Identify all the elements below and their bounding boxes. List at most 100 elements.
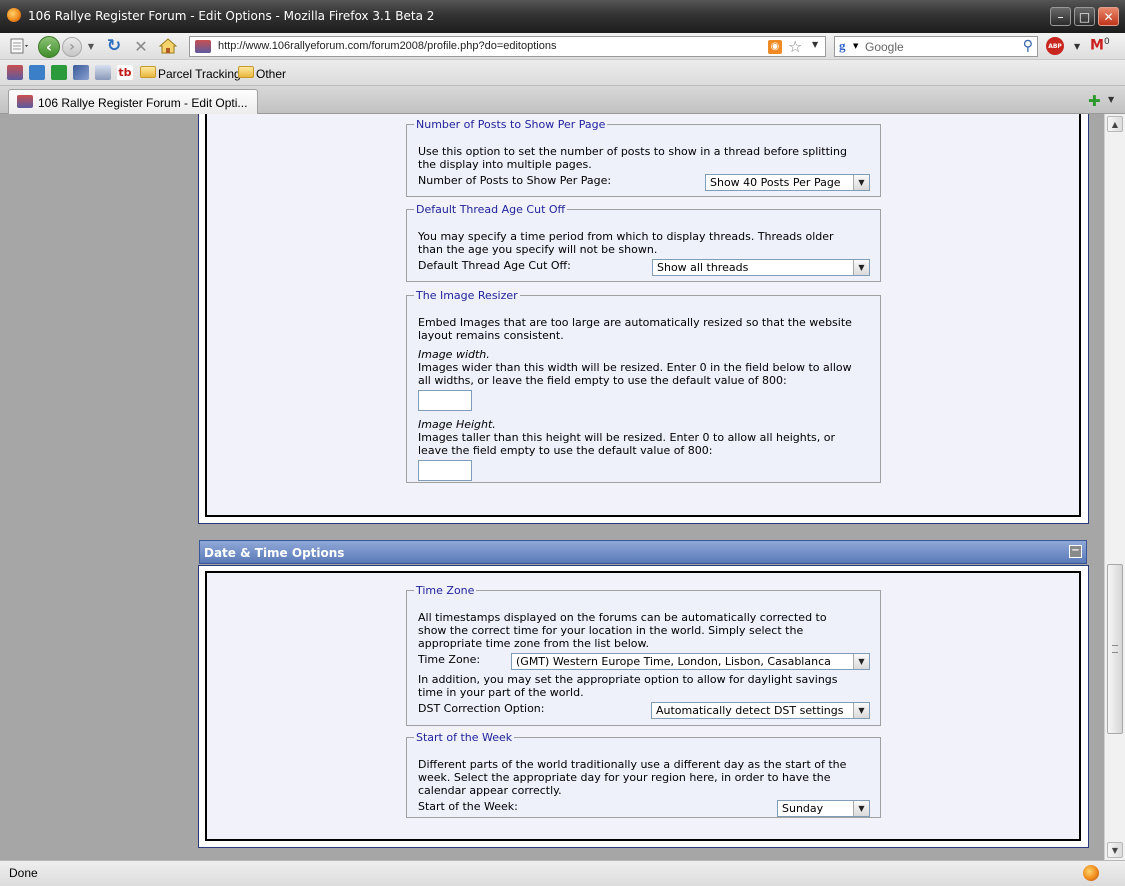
posts-per-page-legend: Number of Posts to Show Per Page: [416, 118, 606, 131]
grip-icon: [1112, 645, 1118, 653]
home-icon[interactable]: [157, 37, 179, 55]
image-width-title: Image width.: [418, 348, 490, 361]
url-dropdown-icon[interactable]: ▼: [812, 40, 818, 49]
start-of-week-select[interactable]: Sunday ▼: [777, 800, 870, 817]
reload-icon[interactable]: ↻: [104, 36, 124, 56]
posts-per-page-desc-2: the display into multiple pages.: [418, 158, 592, 171]
scroll-up-icon[interactable]: ▲: [1107, 116, 1123, 132]
chevron-down-icon[interactable]: ▼: [853, 260, 869, 275]
collapse-icon[interactable]: −: [1069, 545, 1082, 558]
folder-icon: [238, 66, 254, 78]
posts-per-page-fieldset: Number of Posts to Show Per Page Use thi…: [406, 118, 881, 197]
start-of-week-desc-3: calendar appear correctly.: [418, 784, 562, 797]
rss-feed-icon[interactable]: ◉: [768, 40, 782, 54]
dst-correction-select[interactable]: Automatically detect DST settings ▼: [651, 702, 870, 719]
tab-list-dropdown-icon[interactable]: ▼: [1108, 95, 1114, 104]
tab-strip: 106 Rallye Register Forum - Edit Opti...…: [0, 86, 1125, 114]
thread-options-panel: Number of Posts to Show Per Page Use thi…: [205, 114, 1081, 517]
bookmark-rallye-icon[interactable]: [7, 65, 23, 80]
time-zone-desc-2: show the correct time for your location …: [418, 624, 804, 637]
bookmark-4-icon[interactable]: [73, 65, 89, 80]
scrollbar-thumb[interactable]: [1107, 564, 1123, 734]
bookmarks-toolbar: tb Parcel Tracking Other: [0, 60, 1125, 86]
google-engine-icon[interactable]: g: [839, 38, 846, 54]
posts-per-page-label: Number of Posts to Show Per Page:: [418, 174, 612, 187]
page-menu-icon[interactable]: [8, 37, 32, 55]
folder-icon: [140, 66, 156, 78]
bookmark-cr-icon[interactable]: [51, 65, 67, 80]
adblock-plus-icon[interactable]: ABP: [1046, 37, 1064, 55]
posts-per-page-select[interactable]: Show 40 Posts Per Page ▼: [705, 174, 870, 191]
vertical-scrollbar[interactable]: ▲ ▼: [1104, 114, 1125, 860]
search-input[interactable]: Google: [865, 40, 904, 54]
thread-age-desc-1: You may specify a time period from which…: [418, 230, 834, 243]
bookmark-5-icon[interactable]: [95, 65, 111, 80]
image-resizer-legend: The Image Resizer: [416, 289, 518, 302]
forward-button[interactable]: ›: [62, 37, 82, 57]
history-dropdown-icon[interactable]: ▼: [86, 37, 96, 55]
thread-age-select[interactable]: Show all threads ▼: [652, 259, 870, 276]
stop-icon[interactable]: ✕: [131, 37, 151, 56]
start-of-week-selected: Sunday: [782, 802, 824, 815]
start-of-week-desc-1: Different parts of the world traditional…: [418, 758, 847, 771]
status-text: Done: [9, 866, 38, 880]
time-zone-desc-3: appropriate time zone from the list belo…: [418, 637, 649, 650]
url-bar[interactable]: http://www.106rallyeforum.com/forum2008/…: [189, 36, 826, 57]
tab-favicon-icon: [17, 95, 33, 108]
image-resizer-desc-2: layout remains consistent.: [418, 329, 564, 342]
date-time-options-block: Time Zone All timestamps displayed on th…: [198, 565, 1089, 848]
firefox-status-icon[interactable]: [1083, 865, 1099, 881]
gmail-notifier-icon[interactable]: M0: [1090, 37, 1110, 54]
dst-desc-1: In addition, you may set the appropriate…: [418, 673, 838, 686]
start-of-week-label: Start of the Week:: [418, 800, 518, 813]
tab-title: 106 Rallye Register Forum - Edit Opti...: [38, 96, 248, 110]
new-tab-plus-icon[interactable]: ✚: [1088, 92, 1101, 110]
time-zone-legend: Time Zone: [416, 584, 475, 597]
chevron-down-icon[interactable]: ▼: [853, 175, 869, 190]
image-height-input[interactable]: [418, 460, 472, 481]
window-titlebar: 106 Rallye Register Forum - Edit Options…: [0, 0, 1125, 33]
posts-per-page-selected: Show 40 Posts Per Page: [710, 176, 841, 189]
start-of-week-fieldset: Start of the Week Different parts of the…: [406, 731, 881, 818]
search-bar[interactable]: g ▼ Google ⚲: [834, 36, 1038, 57]
start-of-week-desc-2: week. Select the appropriate day for you…: [418, 771, 831, 784]
back-button[interactable]: ‹: [38, 36, 60, 58]
minimize-button[interactable]: –: [1050, 7, 1071, 26]
thread-age-fieldset: Default Thread Age Cut Off You may speci…: [406, 203, 881, 282]
chevron-down-icon[interactable]: ▼: [853, 801, 869, 816]
date-time-options-title: Date & Time Options: [204, 546, 345, 560]
bookmark-folder-other[interactable]: Other: [256, 67, 286, 81]
navigation-toolbar: ‹ › ▼ ↻ ✕ http://www.106rallyeforum.com/…: [0, 33, 1125, 60]
thread-age-label: Default Thread Age Cut Off:: [418, 259, 571, 272]
gmail-glyph: M: [1090, 37, 1104, 54]
gmail-count: 0: [1103, 37, 1110, 47]
time-zone-desc-1: All timestamps displayed on the forums c…: [418, 611, 827, 624]
window-title: 106 Rallye Register Forum - Edit Options…: [28, 9, 435, 23]
chevron-down-icon[interactable]: ▼: [853, 703, 869, 718]
time-zone-label: Time Zone:: [418, 653, 481, 666]
bookmark-star-icon[interactable]: ☆: [788, 37, 802, 56]
thread-age-desc-2: than the age you specify will not be sho…: [418, 243, 658, 256]
image-width-input[interactable]: [418, 390, 472, 411]
close-window-button[interactable]: ✕: [1098, 7, 1119, 26]
engine-dropdown-icon[interactable]: ▼: [853, 42, 858, 50]
image-height-desc-1: Images taller than this height will be r…: [418, 431, 836, 444]
bookmark-folder-parcel-tracking[interactable]: Parcel Tracking: [158, 67, 241, 81]
search-magnifier-icon[interactable]: ⚲: [1023, 38, 1033, 54]
adblock-dropdown-icon[interactable]: ▼: [1074, 42, 1080, 51]
house-icon: [159, 38, 177, 54]
page-icon: [10, 38, 28, 54]
tab-edit-options[interactable]: 106 Rallye Register Forum - Edit Opti...: [8, 89, 258, 114]
time-zone-selected: (GMT) Western Europe Time, London, Lisbo…: [516, 655, 831, 668]
time-zone-select[interactable]: (GMT) Western Europe Time, London, Lisbo…: [511, 653, 870, 670]
thread-options-block: Number of Posts to Show Per Page Use thi…: [198, 114, 1089, 524]
maximize-button[interactable]: □: [1074, 7, 1095, 26]
bookmark-tb-icon[interactable]: tb: [117, 65, 133, 80]
scroll-down-icon[interactable]: ▼: [1107, 842, 1123, 858]
dst-desc-2: time in your part of the world.: [418, 686, 584, 699]
posts-per-page-desc-1: Use this option to set the number of pos…: [418, 145, 847, 158]
chevron-down-icon[interactable]: ▼: [853, 654, 869, 669]
bookmark-peugeot-icon[interactable]: [29, 65, 45, 80]
date-time-options-header: Date & Time Options −: [199, 540, 1087, 564]
dst-selected: Automatically detect DST settings: [656, 704, 844, 717]
